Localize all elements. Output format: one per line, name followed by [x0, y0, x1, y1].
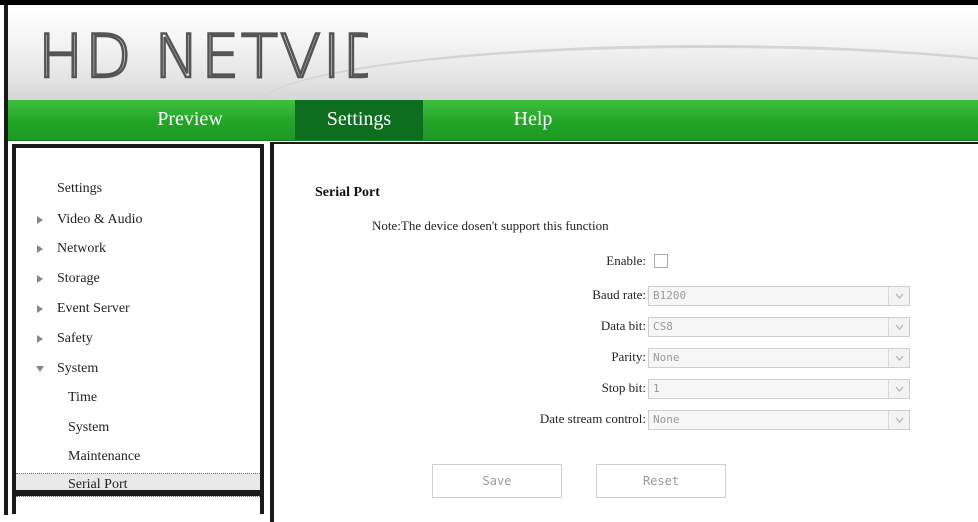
reset-button[interactable]: Reset	[596, 464, 726, 498]
data-stream-control-value: None	[653, 413, 680, 426]
triangle-down-icon	[34, 358, 46, 380]
sidebar-subitem-label: Maintenance	[68, 449, 141, 464]
settings-sidebar: Settings Video & Audio Network Storage E…	[12, 144, 264, 514]
stop-bit-row: Stop bit: 1	[274, 378, 974, 400]
sidebar-item-network[interactable]: Network	[16, 238, 260, 260]
stop-bit-value: 1	[653, 382, 660, 395]
parity-label: Parity:	[611, 349, 646, 364]
sidebar-item-label: Event Server	[57, 301, 130, 316]
sidebar-item-event-server[interactable]: Event Server	[16, 298, 260, 320]
logo: HD NETVIDEO	[38, 21, 368, 89]
sidebar-item-label: Video & Audio	[57, 212, 143, 227]
chevron-down-icon	[888, 411, 909, 429]
save-button[interactable]: Save	[432, 464, 562, 498]
unsupported-note: Note:The device dosen't support this fun…	[372, 218, 609, 233]
chevron-down-icon	[888, 380, 909, 398]
sidebar-heading: Settings	[57, 181, 103, 196]
data-stream-control-select[interactable]: None	[648, 410, 910, 430]
chevron-down-icon	[888, 287, 909, 305]
enable-label: Enable:	[606, 253, 646, 268]
sidebar-item-label: Safety	[57, 331, 93, 346]
stop-bit-select[interactable]: 1	[648, 379, 910, 399]
sidebar-item-safety[interactable]: Safety	[16, 328, 260, 350]
baud-rate-label: Baud rate:	[592, 287, 646, 302]
tab-preview[interactable]: Preview	[126, 100, 254, 140]
sidebar-subitem-maintenance[interactable]: Maintenance	[16, 446, 260, 468]
triangle-right-icon	[34, 298, 46, 320]
data-stream-control-row: Date stream control: None	[274, 409, 974, 431]
data-bit-label: Data bit:	[600, 318, 646, 333]
chevron-down-icon	[888, 318, 909, 336]
sidebar-subitem-system[interactable]: System	[16, 417, 260, 439]
sidebar-subitem-label: Time	[68, 390, 98, 405]
tab-settings[interactable]: Settings	[295, 100, 423, 140]
sidebar-item-video-audio[interactable]: Video & Audio	[16, 209, 260, 231]
data-bit-value: CS8	[653, 320, 673, 333]
triangle-right-icon	[34, 238, 46, 260]
stop-bit-label: Stop bit:	[601, 380, 646, 395]
sidebar-bottom-border	[16, 490, 260, 496]
enable-row: Enable:	[274, 251, 974, 273]
parity-row: Parity: None	[274, 347, 974, 369]
triangle-right-icon	[34, 268, 46, 290]
data-stream-control-label: Date stream control:	[539, 411, 646, 426]
triangle-right-icon	[34, 209, 46, 231]
serial-port-panel: Serial Port Note:The device dosen't supp…	[270, 142, 978, 522]
triangle-right-icon	[34, 328, 46, 350]
tab-help[interactable]: Help	[488, 100, 578, 140]
parity-value: None	[653, 351, 680, 364]
chevron-down-icon	[888, 349, 909, 367]
page-title: Serial Port	[315, 185, 380, 200]
sidebar-item-label: Network	[57, 241, 106, 256]
parity-select[interactable]: None	[648, 348, 910, 368]
sidebar-item-label: System	[57, 361, 99, 376]
sidebar-item-storage[interactable]: Storage	[16, 268, 260, 290]
data-bit-row: Data bit: CS8	[274, 316, 974, 338]
main-nav: Preview Settings Help	[8, 100, 978, 141]
enable-checkbox[interactable]	[654, 254, 668, 268]
baud-rate-row: Baud rate: B1200	[274, 285, 974, 307]
sidebar-item-system[interactable]: System	[16, 358, 260, 380]
sidebar-item-label: Storage	[57, 271, 100, 286]
baud-rate-value: B1200	[653, 289, 687, 302]
header: HD NETVIDEO	[8, 5, 978, 100]
data-bit-select[interactable]: CS8	[648, 317, 910, 337]
sidebar-subitem-label: System	[68, 420, 110, 435]
sidebar-subitem-time[interactable]: Time	[16, 387, 260, 409]
baud-rate-select[interactable]: B1200	[648, 286, 910, 306]
svg-text:HD NETVIDEO: HD NETVIDEO	[38, 22, 368, 89]
